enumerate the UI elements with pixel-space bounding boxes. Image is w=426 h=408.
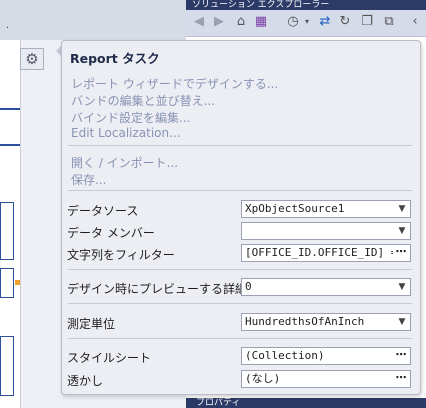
watermark-field[interactable]: (なし) ⋯ (241, 370, 411, 388)
style-sheet-value: (Collection) (245, 349, 325, 362)
design-detail-count-value: 0 (245, 280, 252, 293)
collapse-all-icon[interactable]: ❐ (358, 13, 376, 31)
style-sheet-label: スタイルシート (67, 351, 152, 365)
data-source-dropdown[interactable]: XpObjectSource1 ▼ (241, 200, 411, 218)
report-band[interactable] (0, 202, 14, 260)
filter-string-label: 文字列をフィルター (67, 248, 175, 262)
switch-views-icon[interactable]: ▦ (252, 13, 270, 31)
show-all-files-icon[interactable]: ⧉ (380, 13, 398, 31)
style-sheet-field[interactable]: (Collection) ⋯ (241, 347, 411, 365)
band-marker-icon (15, 280, 20, 285)
measure-units-dropdown[interactable]: HundredthsOfAnInch ▼ (241, 313, 411, 331)
designer-tab-strip: . (0, 0, 186, 40)
solution-explorer-title: ソリューション エクスプローラー (186, 0, 426, 10)
separator (68, 145, 412, 146)
separator (68, 338, 412, 339)
forward-icon[interactable]: ▶ (210, 13, 228, 31)
separator (68, 190, 412, 191)
refresh-icon[interactable]: ↻ (336, 13, 354, 31)
link-edit-bindings[interactable]: バインド設定を編集... (71, 109, 190, 126)
filter-string-value: [OFFICE_ID.OFFICE_ID] = (245, 246, 393, 259)
chevron-down-icon[interactable]: ▾ (298, 13, 316, 31)
data-member-label: データ メンバー (67, 226, 155, 240)
solution-explorer-toolbar: ◀ ▶ ⌂ ▦ ◷ ▾ ⇄ ↻ ❐ ⧉ ‹ (186, 10, 426, 37)
data-source-label: データソース (67, 204, 139, 218)
band-separator (0, 144, 20, 146)
chevron-down-icon[interactable]: ▼ (394, 223, 410, 239)
tab-strip-marker: . (6, 20, 10, 31)
design-detail-count-spinner[interactable]: 0 ▼ (241, 278, 411, 296)
measure-units-value: HundredthsOfAnInch (245, 315, 365, 328)
link-edit-bands[interactable]: バンドの編集と並び替え... (71, 92, 215, 109)
smart-tag-button[interactable]: ⚙ (20, 48, 44, 70)
ellipsis-button[interactable]: ⋯ (392, 245, 410, 261)
sync-icon[interactable]: ⇄ (316, 13, 334, 31)
data-member-dropdown[interactable]: ▼ (241, 222, 411, 240)
chevron-down-icon[interactable]: ▼ (394, 314, 410, 330)
home-icon[interactable]: ⌂ (232, 13, 250, 31)
filter-string-field[interactable]: [OFFICE_ID.OFFICE_ID] = ⋯ (241, 244, 411, 262)
report-tasks-popup: Report タスク レポート ウィザードでデザインする... バンドの編集と並… (61, 40, 421, 395)
data-source-value: XpObjectSource1 (245, 202, 345, 215)
band-separator (0, 108, 20, 110)
watermark-value: (なし) (245, 372, 281, 385)
popup-title: Report タスク (70, 51, 160, 66)
separator (68, 269, 412, 270)
back-icon[interactable]: ◀ (190, 13, 208, 31)
link-report-wizard[interactable]: レポート ウィザードでデザインする... (71, 75, 278, 92)
chevron-down-icon[interactable]: ▼ (394, 279, 410, 295)
report-canvas[interactable] (0, 40, 21, 408)
report-band[interactable] (0, 336, 14, 396)
properties-panel-title: プロパティ (186, 398, 426, 408)
ellipsis-button[interactable]: ⋯ (392, 371, 410, 387)
link-open-import[interactable]: 開く / インポート... (71, 154, 178, 171)
link-save[interactable]: 保存... (71, 171, 106, 188)
separator (68, 303, 412, 304)
measure-units-label: 測定単位 (67, 317, 116, 331)
report-band[interactable] (0, 268, 14, 298)
ellipsis-button[interactable]: ⋯ (392, 348, 410, 364)
chevron-down-icon[interactable]: ▼ (394, 201, 410, 217)
gear-icon: ⚙ (25, 50, 39, 68)
preview-icon[interactable]: ‹ (406, 13, 424, 31)
link-edit-localization[interactable]: Edit Localization... (71, 126, 181, 140)
watermark-label: 透かし (67, 374, 104, 388)
